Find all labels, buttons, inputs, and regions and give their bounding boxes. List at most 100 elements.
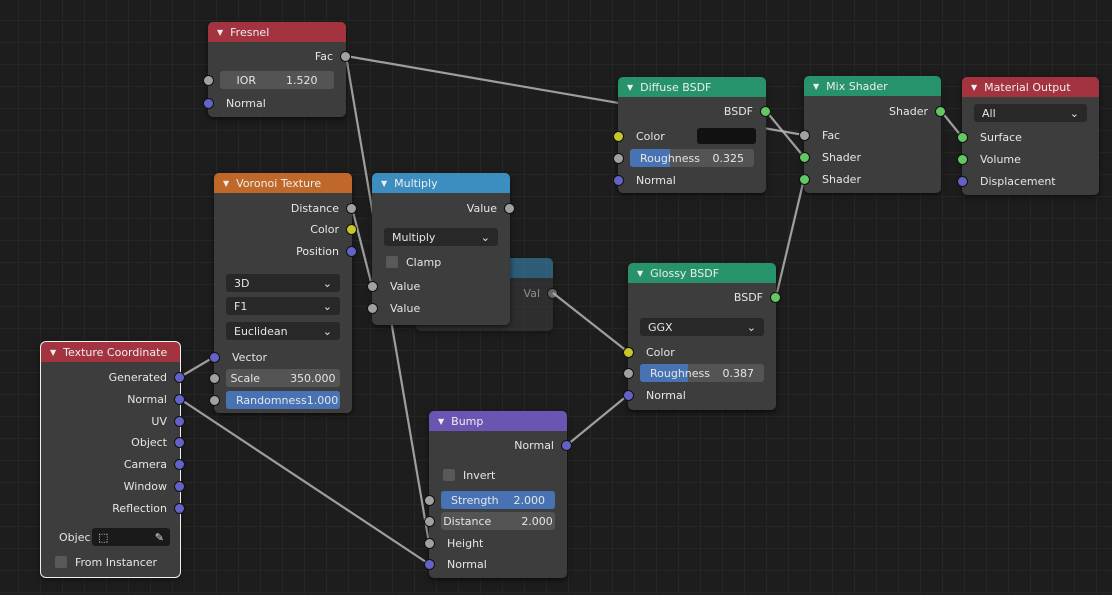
dropdown[interactable]: 3D ⌄ — [226, 274, 340, 292]
socket-float-icon[interactable] — [203, 75, 214, 86]
node-header[interactable]: ▼ Material Output — [962, 77, 1099, 97]
node-voronoi[interactable]: ▼ Voronoi Texture Distance Color Position 3D ⌄… — [209, 173, 357, 413]
socket-float-icon[interactable] — [367, 303, 378, 314]
checkbox[interactable] — [55, 556, 67, 568]
checkbox[interactable] — [443, 469, 455, 481]
collapse-triangle-icon[interactable]: ▼ — [637, 269, 643, 278]
socket-label: Displacement — [980, 174, 1056, 188]
value-slider[interactable]: Strength 2.000 — [441, 491, 555, 509]
collapse-triangle-icon[interactable]: ▼ — [381, 179, 387, 188]
socket-float-icon[interactable] — [424, 538, 435, 549]
socket-float-icon[interactable] — [623, 368, 634, 379]
socket-float-icon[interactable] — [424, 516, 435, 527]
node-texcoord[interactable]: ▼ Texture Coordinate Generated Normal UV Obje… — [40, 341, 185, 578]
socket-shader-icon[interactable] — [957, 154, 968, 165]
node-link[interactable] — [566, 394, 629, 446]
checkbox[interactable] — [386, 256, 398, 268]
socket-vector-icon[interactable] — [623, 390, 634, 401]
node-header[interactable]: ▼ Mix Shader — [804, 76, 941, 96]
socket-float-icon[interactable] — [799, 130, 810, 141]
socket-vector-icon[interactable] — [346, 246, 357, 257]
node-header[interactable]: ▼ Texture Coordinate — [41, 342, 180, 362]
node-header[interactable]: ▼ Bump — [429, 411, 567, 431]
socket-vector-icon[interactable] — [561, 440, 572, 451]
socket-shader-icon[interactable] — [760, 106, 771, 117]
node-fresnel[interactable]: ▼ Fresnel Fac IOR 1.520 Normal — [203, 22, 351, 117]
row-color: Color — [214, 219, 357, 239]
node-mix[interactable]: ▼ Mix Shader Shader Fac Shader Shader — [799, 76, 946, 193]
socket-float-icon[interactable] — [209, 395, 220, 406]
dropdown[interactable]: Multiply ⌄ — [384, 228, 498, 246]
collapse-triangle-icon[interactable]: ▼ — [50, 348, 56, 357]
socket-vector-icon[interactable] — [613, 175, 624, 186]
value-slider[interactable]: Scale 350.000 — [226, 369, 340, 387]
row-scale: Scale 350.000 — [209, 368, 352, 388]
socket-float-icon[interactable] — [340, 51, 351, 62]
dropdown[interactable]: GGX ⌄ — [640, 318, 764, 336]
collapse-triangle-icon[interactable]: ▼ — [438, 417, 444, 426]
node-title: Voronoi Texture — [236, 176, 322, 190]
socket-shader-icon[interactable] — [770, 292, 781, 303]
dropdown[interactable]: Euclidean ⌄ — [226, 322, 340, 340]
socket-vector-icon[interactable] — [209, 352, 220, 363]
socket-vector-icon[interactable] — [174, 437, 185, 448]
socket-label: Color — [310, 222, 339, 236]
node-header[interactable]: ▼ Diffuse BSDF — [618, 77, 766, 97]
node-bump[interactable]: ▼ Bump Normal Invert Strength 2.000 Distance 2.… — [424, 411, 572, 578]
row-fac: Fac — [208, 46, 351, 66]
object-field[interactable]: ⬚ ✎ — [92, 528, 170, 546]
value-slider[interactable]: Randomness 1.000 — [226, 391, 340, 409]
node-diffuse[interactable]: ▼ Diffuse BSDF BSDF Color Roughness 0.325 Norm… — [613, 77, 771, 193]
socket-vector-icon[interactable] — [174, 459, 185, 470]
socket-vector-icon[interactable] — [174, 372, 185, 383]
row-generated: Generated — [41, 367, 185, 387]
socket-color-icon[interactable] — [346, 224, 357, 235]
dropdown[interactable]: F1 ⌄ — [226, 297, 340, 315]
socket-float-icon[interactable] — [424, 495, 435, 506]
row-ior: IOR 1.520 — [203, 70, 346, 90]
node-output[interactable]: ▼ Material Output All ⌄ Surface Volume Displac… — [957, 77, 1099, 195]
node-link[interactable] — [552, 292, 629, 353]
eyedropper-icon[interactable]: ✎ — [155, 531, 164, 544]
node-header[interactable]: ▼ Multiply — [372, 173, 510, 193]
node-multiply[interactable]: ▼ Multiply Value Multiply ⌄ Clamp Value Value — [367, 173, 515, 325]
socket-vector-icon[interactable] — [203, 98, 214, 109]
collapse-triangle-icon[interactable]: ▼ — [217, 28, 223, 37]
socket-vector-icon[interactable] — [174, 416, 185, 427]
node-header[interactable]: ▼ Fresnel — [208, 22, 346, 42]
socket-vector-icon[interactable] — [174, 503, 185, 514]
socket-float-icon[interactable] — [346, 203, 357, 214]
node-link[interactable] — [774, 178, 806, 298]
socket-shader-icon[interactable] — [799, 152, 810, 163]
socket-shader-icon[interactable] — [935, 106, 946, 117]
node-header[interactable]: ▼ Glossy BSDF — [628, 263, 776, 283]
socket-vector-icon[interactable] — [174, 481, 185, 492]
row-object: Object — [41, 432, 185, 452]
node-header[interactable]: ▼ Voronoi Texture — [214, 173, 352, 193]
value-slider[interactable]: Roughness 0.325 — [630, 149, 754, 167]
collapse-triangle-icon[interactable]: ▼ — [813, 82, 819, 91]
collapse-triangle-icon[interactable]: ▼ — [627, 83, 633, 92]
value-slider[interactable]: Distance 2.000 — [441, 512, 555, 530]
socket-vector-icon[interactable] — [424, 559, 435, 570]
dropdown[interactable]: All ⌄ — [974, 104, 1087, 122]
socket-float-icon[interactable] — [613, 153, 624, 164]
socket-color-icon[interactable] — [613, 131, 624, 142]
socket-float-icon[interactable] — [209, 373, 220, 384]
socket-vector-icon[interactable] — [957, 176, 968, 187]
value-slider[interactable]: Roughness 0.387 — [640, 364, 764, 382]
row-camera: Camera — [41, 454, 185, 474]
socket-float-icon[interactable] — [547, 288, 558, 299]
socket-float-icon[interactable] — [504, 203, 515, 214]
socket-float-icon[interactable] — [367, 281, 378, 292]
socket-color-icon[interactable] — [623, 347, 634, 358]
socket-shader-icon[interactable] — [799, 174, 810, 185]
value-slider[interactable]: IOR 1.520 — [220, 71, 334, 89]
color-swatch[interactable] — [697, 128, 756, 144]
node-glossy[interactable]: ▼ Glossy BSDF BSDF GGX ⌄ Color Roughness 0.387 N… — [623, 263, 781, 410]
node-link[interactable] — [179, 398, 430, 565]
collapse-triangle-icon[interactable]: ▼ — [223, 179, 229, 188]
socket-vector-icon[interactable] — [174, 394, 185, 405]
socket-shader-icon[interactable] — [957, 132, 968, 143]
collapse-triangle-icon[interactable]: ▼ — [971, 83, 977, 92]
